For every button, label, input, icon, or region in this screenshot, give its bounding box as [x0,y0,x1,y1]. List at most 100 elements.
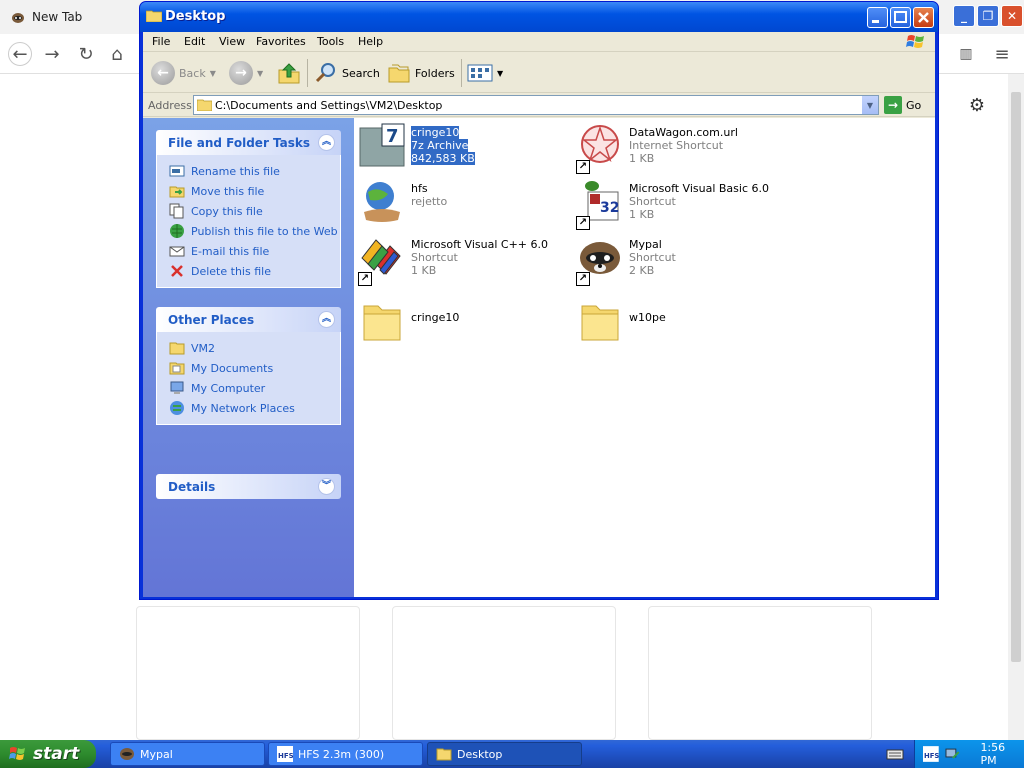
browser-menu-icon[interactable]: ≡ [990,42,1014,66]
address-bar: Address C:\Documents and Settings\VM2\De… [143,94,935,117]
task-copy[interactable]: Copy this file [157,201,340,221]
task-rename[interactable]: Rename this file [157,161,340,181]
taskbar: start Mypal HFS HFS 2.3m (300) Desktop H… [0,740,1024,768]
address-dropdown-button[interactable]: ▼ [861,96,878,114]
folder-icon [436,748,452,761]
hfs-tray-icon[interactable]: HFS [923,746,939,762]
browser-tab-title: New Tab [32,10,83,24]
forward-dropdown-icon[interactable]: ▼ [257,69,263,78]
browser-minimize-button[interactable]: _ [953,5,975,27]
browser-scrollbar-thumb[interactable] [1011,92,1021,662]
other-places-panel: Other Places ︽ VM2 My Documents My Compu… [156,307,341,425]
task-publish[interactable]: Publish this file to the Web [157,221,340,241]
taskbar-button-hfs[interactable]: HFS HFS 2.3m (300) [268,742,423,766]
browser-back-icon[interactable]: ← [8,42,32,66]
browser-restore-button[interactable]: ❐ [977,5,999,27]
file-type: Shortcut [411,251,458,264]
close-button[interactable] [913,7,934,28]
place-vm2[interactable]: VM2 [157,338,340,358]
file-item[interactable]: 32 ↗ Microsoft Visual Basic 6.0 Shortcut… [576,178,786,230]
file-size: 1 KB [411,264,437,277]
task-delete[interactable]: Delete this file [157,261,340,281]
folder-item[interactable]: cringe10 [358,298,568,350]
collapse-chevron-icon[interactable]: ︽ [318,134,335,151]
minimize-button[interactable] [867,7,888,28]
taskbar-button-label: Mypal [140,747,173,761]
new-tab-tile[interactable] [136,606,360,740]
browser-scrollbar[interactable] [1008,74,1024,740]
my-computer-icon [170,381,184,394]
go-button[interactable]: → Go [884,95,930,115]
details-header[interactable]: Details ︾ [156,474,341,499]
browser-close-button[interactable]: ✕ [1001,5,1023,27]
file-list-area[interactable]: 7 cringe10 7z Archive 842,583 KB ↗ DataW… [354,118,935,597]
views-dropdown-icon: ▼ [497,68,504,78]
file-name: hfs [411,182,428,195]
maximize-button[interactable] [890,7,911,28]
collapse-chevron-icon[interactable]: ︽ [318,311,335,328]
task-email[interactable]: E-mail this file [157,241,340,261]
new-tab-settings-gear-icon[interactable]: ⚙ [966,94,988,116]
new-tab-tile[interactable] [648,606,872,740]
mypal-icon [120,748,134,760]
folder-icon [363,305,401,341]
folder-item[interactable]: w10pe [576,298,786,350]
file-tasks-header[interactable]: File and Folder Tasks ︽ [156,130,341,155]
address-input[interactable]: C:\Documents and Settings\VM2\Desktop ▼ [193,95,879,115]
clock[interactable]: 1:56 PM [980,741,1024,767]
new-tab-tile[interactable] [392,606,616,740]
other-places-header[interactable]: Other Places ︽ [156,307,341,332]
task-move[interactable]: Move this file [157,181,340,201]
place-network[interactable]: My Network Places [157,398,340,418]
browser-forward-icon[interactable]: → [40,42,64,66]
views-button[interactable]: ▼ [467,59,503,87]
place-my-computer[interactable]: My Computer [157,378,340,398]
menu-tools[interactable]: Tools [317,35,344,48]
folder-icon [197,99,212,111]
up-folder-icon [278,63,300,84]
explorer-title-bar[interactable]: Desktop [140,2,938,32]
network-tray-icon[interactable] [945,746,961,762]
task-label: E-mail this file [191,244,270,258]
browser-sidebar-icon[interactable]: ▥ [954,42,978,66]
taskbar-button-mypal[interactable]: Mypal [110,742,265,766]
taskbar-button-label: Desktop [457,747,503,761]
file-type: 7z Archive [411,139,469,152]
browser-home-icon[interactable]: ⌂ [105,42,129,66]
back-dropdown-icon[interactable]: ▼ [210,69,216,78]
menu-help[interactable]: Help [358,35,383,48]
delete-icon [171,265,183,277]
taskbar-button-desktop[interactable]: Desktop [427,742,582,766]
toolbar-separator [307,59,308,87]
place-my-documents[interactable]: My Documents [157,358,340,378]
folder-icon [169,342,185,355]
menu-favorites[interactable]: Favorites [256,35,306,48]
file-item[interactable]: 7 cringe10 7z Archive 842,583 KB [358,122,568,174]
file-item[interactable]: ↗ DataWagon.com.url Internet Shortcut 1 … [576,122,786,174]
file-type: Shortcut [629,195,676,208]
file-type: Shortcut [629,251,676,264]
svg-text:32: 32 [600,200,619,216]
forward-button[interactable]: → ▼ [229,59,263,87]
window-title: Desktop [165,9,226,24]
menu-view[interactable]: View [219,35,245,48]
back-button[interactable]: ← Back ▼ [151,59,216,87]
search-button[interactable]: Search [314,59,380,87]
folders-button[interactable]: Folders [387,59,455,87]
standard-toolbar: ← Back ▼ → ▼ Search Folders ▼ [143,53,935,93]
file-tasks-title: File and Folder Tasks [168,136,311,150]
folder-name: w10pe [629,311,666,324]
start-button[interactable]: start [0,740,96,768]
keyboard-language-icon[interactable] [886,746,904,762]
menu-file[interactable]: File [152,35,170,48]
shortcut-arrow-icon: ↗ [358,272,372,286]
expand-chevron-icon[interactable]: ︾ [318,478,335,495]
browser-tab[interactable]: New Tab [4,4,138,30]
menu-edit[interactable]: Edit [184,35,205,48]
up-folder-button[interactable] [277,59,301,87]
browser-reload-icon[interactable]: ↻ [74,42,98,66]
file-item[interactable]: ↗ Mypal Shortcut 2 KB [576,234,786,286]
file-item[interactable]: hfs rejetto [358,178,568,230]
email-icon [169,246,185,257]
file-item[interactable]: ↗ Microsoft Visual C++ 6.0 Shortcut 1 KB [358,234,568,286]
